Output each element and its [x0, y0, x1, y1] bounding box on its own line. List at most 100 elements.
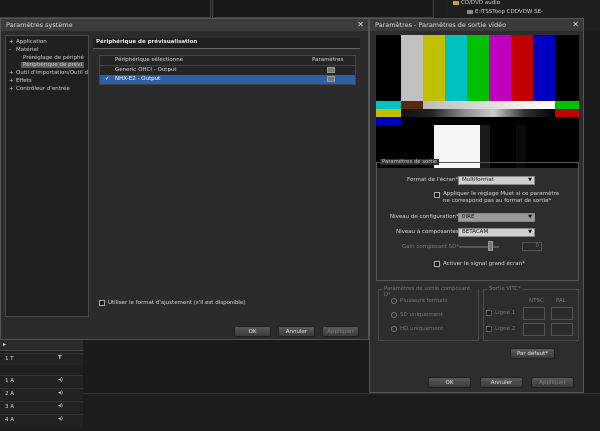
gain-label: Gain composant SD* [402, 244, 460, 250]
tree-item-input-controller[interactable]: + Contrôleur d'entrée [9, 86, 70, 92]
dialog-title: Paramètres système [6, 21, 73, 29]
settings-tree: + Application - Matériel Préréglage de pér… [5, 35, 89, 317]
group-title: Sortie VITC* [487, 286, 523, 292]
screen-format-label: Format de l'écran* [407, 177, 459, 183]
color-bar [533, 35, 555, 101]
list-header: Périphérique sélectionné Paramètres [100, 56, 355, 66]
device-label: Generic OHCI - Output [115, 67, 177, 73]
track-label: 1 T [5, 356, 14, 362]
tree-expander[interactable]: + [9, 86, 16, 92]
play-triangle-icon[interactable]: ▸ [3, 341, 6, 348]
wide-signal-checkbox[interactable] [434, 261, 440, 267]
ok-button[interactable]: OK [234, 326, 271, 337]
background-top-panel-2 [212, 0, 434, 18]
drive-icon [467, 10, 473, 14]
cancel-button[interactable]: Annuler [480, 377, 523, 388]
bottom-panel-strip [83, 393, 600, 431]
radio-multiple-formats[interactable] [391, 298, 397, 304]
device-list: Périphérique sélectionné Paramètres Gene… [99, 55, 356, 85]
system-settings-dialog: Paramètres système ✕ + Application - Matér… [0, 18, 369, 340]
chevron-down-icon[interactable]: ▼ [528, 214, 532, 221]
pluge-strip [423, 101, 555, 109]
group-title: Paramètres de sortie composant D* [382, 286, 478, 298]
tree-item-label: Outil d'importation/Outil d [16, 70, 88, 76]
ok-button[interactable]: OK [428, 377, 471, 388]
device-settings-icon[interactable] [327, 67, 335, 73]
speaker-icon[interactable]: ◂) [58, 390, 63, 396]
speaker-icon[interactable]: ◂) [58, 416, 63, 422]
gain-value-field[interactable]: 0 [522, 242, 542, 251]
tree-expander[interactable]: + [9, 78, 16, 84]
vitc-line2-checkbox[interactable] [486, 326, 492, 332]
timeline-ruler: ▸ [0, 340, 83, 351]
vitc-line1-pal[interactable] [551, 307, 573, 320]
speaker-icon[interactable]: ◂) [58, 403, 63, 409]
select-value: BETACAM [462, 229, 489, 235]
dialog-titlebar: Paramètres - Paramètres de sortie vidéo … [370, 19, 583, 31]
track-row[interactable]: 1 T T [0, 353, 83, 365]
cancel-button[interactable]: Annuler [278, 326, 315, 337]
tree-item-label: Périphérique de prévi [23, 62, 82, 68]
pluge-strip [376, 117, 401, 125]
close-icon[interactable]: ✕ [357, 19, 364, 31]
pluge-strip [376, 101, 401, 109]
track-row[interactable]: 1 A ◂) [0, 375, 83, 387]
component-level-label: Niveau à composantes* [396, 229, 462, 235]
gain-slider-track[interactable] [459, 246, 499, 248]
tree-expander[interactable]: + [9, 39, 16, 45]
vitc-line1-checkbox[interactable] [486, 310, 492, 316]
vitc-line2-pal[interactable] [551, 323, 573, 336]
vitc-pal-header: PAL [556, 298, 566, 304]
tree-item-label: Effets [16, 78, 32, 84]
tree-item-device-preset[interactable]: Préréglage de périphé [23, 55, 84, 61]
color-bar [489, 35, 511, 101]
device-check[interactable]: ✓ [105, 76, 110, 82]
vitc-line1-ntsc[interactable] [523, 307, 545, 320]
media-item[interactable]: E:ITSSToop CDDVDW SE- [475, 9, 543, 15]
mute-label: Appliquer le réglage Muet si ce paramètr… [443, 191, 560, 197]
track-row[interactable]: 2 A ◂) [0, 388, 83, 400]
device-row-selected[interactable]: ✓ NHX-E2 - Output [100, 75, 355, 84]
column-header-params[interactable]: Paramètres [312, 57, 343, 63]
vitc-line1-label: Ligne 1 [495, 310, 516, 316]
apply-button[interactable]: Appliquer [531, 377, 574, 388]
screen-format-select[interactable]: Multiformat ▼ [458, 176, 535, 185]
radio-hd-only[interactable] [391, 326, 397, 332]
tree-expander[interactable]: - [9, 47, 16, 53]
vitc-line2-ntsc[interactable] [523, 323, 545, 336]
tree-item-preview-device[interactable]: Périphérique de prévi [21, 62, 84, 68]
tree-expander[interactable]: + [9, 70, 16, 76]
fit-format-checkbox[interactable] [99, 300, 105, 306]
wide-signal-label: Activer le signal grand écran* [443, 261, 525, 267]
chevron-down-icon[interactable]: ▼ [528, 177, 532, 184]
pluge-strip [401, 101, 423, 109]
tree-item-hardware[interactable]: - Matériel [9, 47, 38, 53]
dialog-title: Paramètres - Paramètres de sortie vidéo [375, 21, 507, 29]
media-item[interactable]: CD/DVD audio [461, 0, 500, 6]
panel-title: Périphérique de prévisualisation [96, 39, 198, 45]
tree-item-import-tool[interactable]: + Outil d'importation/Outil d [9, 70, 88, 76]
component-level-select[interactable]: BETACAM ▼ [458, 228, 535, 237]
color-bar [401, 35, 423, 101]
device-row[interactable]: Generic OHCI - Output [100, 66, 355, 75]
title-track-icon[interactable]: T [58, 355, 62, 361]
speaker-icon[interactable]: ◂) [58, 377, 63, 383]
track-row[interactable]: 4 A ◂) [0, 414, 83, 426]
track-row[interactable]: 3 A ◂) [0, 401, 83, 413]
radio-sd-only[interactable] [391, 312, 397, 318]
default-button[interactable]: Par défaut* [510, 348, 555, 359]
chevron-down-icon[interactable]: ▼ [528, 229, 532, 236]
apply-button[interactable]: Appliquer [322, 326, 359, 337]
tree-item-effects[interactable]: + Effets [9, 78, 32, 84]
track-label: 3 A [5, 404, 15, 410]
tree-item-application[interactable]: + Application [9, 39, 47, 45]
device-settings-icon[interactable] [327, 76, 335, 82]
column-header-device[interactable]: Périphérique sélectionné [115, 57, 183, 63]
gain-slider-thumb[interactable] [488, 241, 493, 251]
pluge-strip [376, 109, 401, 117]
config-level-select[interactable]: 0IRE ▼ [458, 213, 535, 222]
device-label: NHX-E2 - Output [115, 76, 161, 82]
mute-checkbox[interactable] [434, 192, 440, 198]
tree-item-label: Préréglage de périphé [23, 55, 84, 61]
close-icon[interactable]: ✕ [572, 19, 579, 31]
